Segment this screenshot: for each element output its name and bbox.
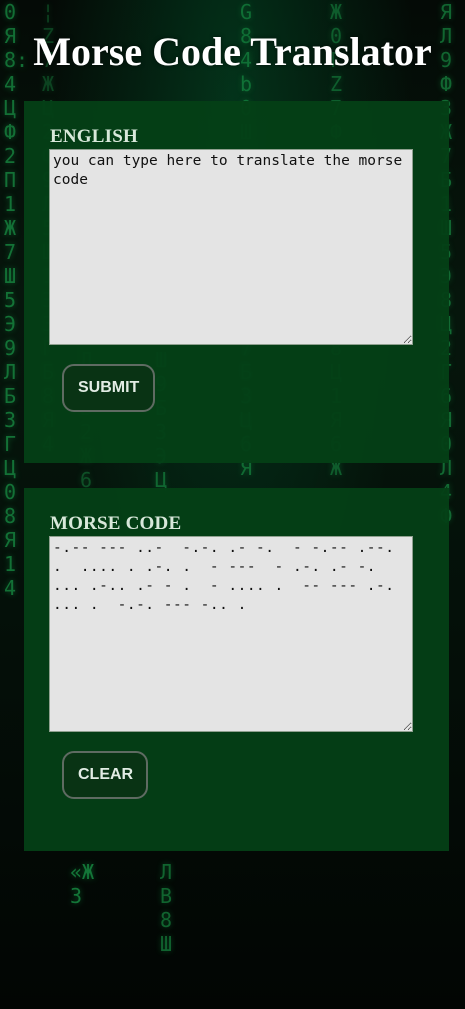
rain-column: ЛВ8Ш	[160, 860, 173, 956]
rain-column: 0Я8:4ЦФ2П1Ж7Ш5Э9ЛБ3ГЦ08Я14	[4, 0, 29, 600]
submit-button[interactable]: SUBMIT	[62, 364, 155, 412]
morse-output[interactable]: -.-- --- ..- -.-. .- -. - -.-- .--. . ..…	[49, 536, 413, 732]
english-label: ENGLISH	[50, 126, 138, 147]
english-panel: ENGLISH you can type here to translate t…	[24, 101, 449, 463]
morse-label: MORSE CODE	[50, 513, 182, 534]
morse-panel: MORSE CODE -.-- --- ..- -.-. .- -. - -.-…	[24, 488, 449, 851]
rain-column: «Ж3	[70, 860, 95, 908]
page-title: Morse Code Translator	[33, 29, 432, 74]
clear-button[interactable]: CLEAR	[62, 751, 148, 799]
english-input[interactable]: you can type here to translate the morse…	[49, 149, 413, 345]
